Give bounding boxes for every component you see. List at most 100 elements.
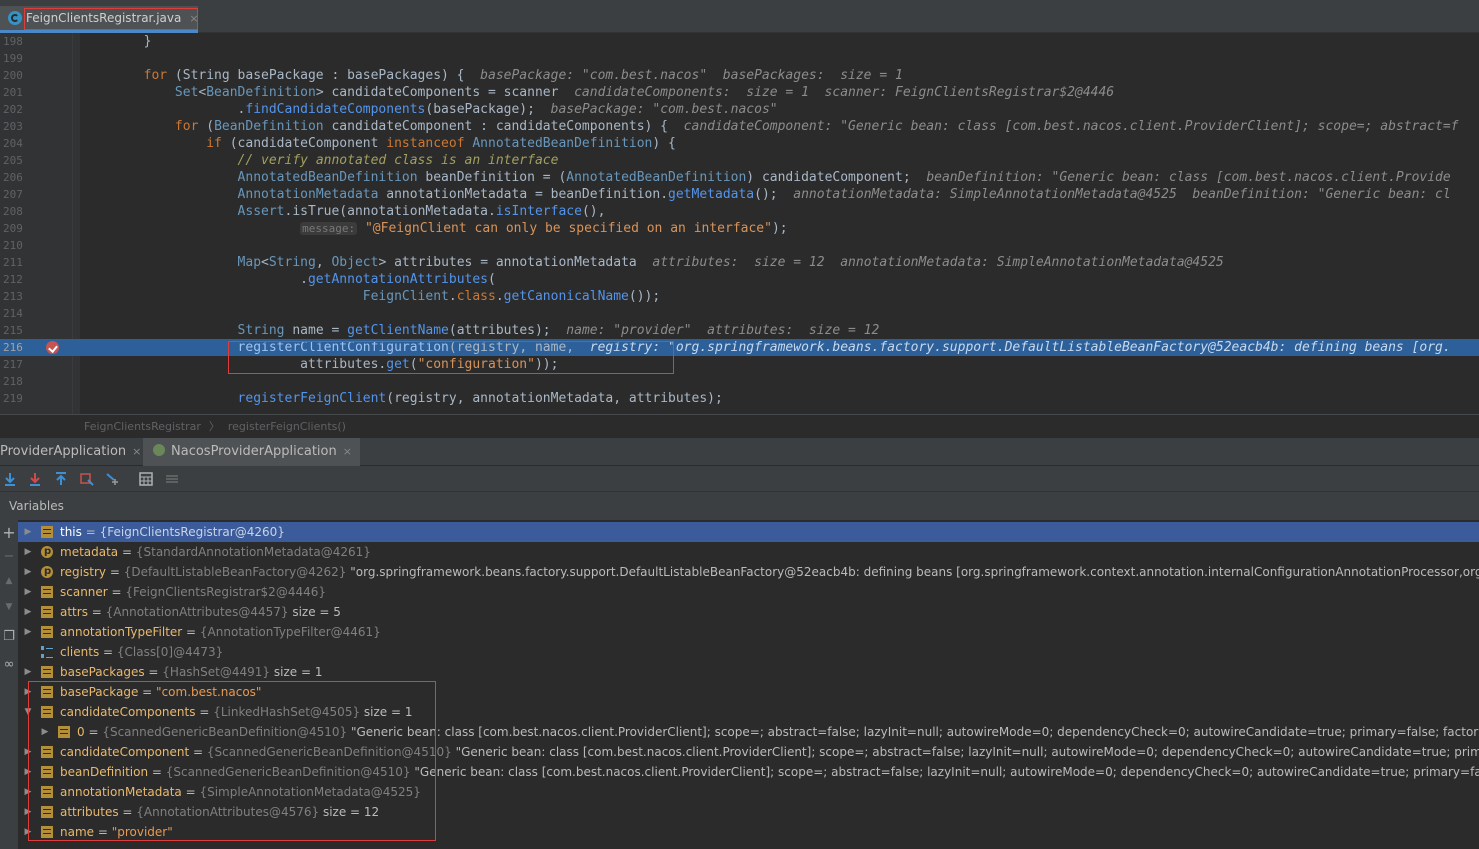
close-icon[interactable]: × — [343, 445, 352, 458]
expand-arrow-icon[interactable]: ▶ — [23, 602, 33, 622]
tab-provider-application[interactable]: ProviderApplication × — [0, 438, 149, 466]
breakpoint-icon[interactable] — [46, 341, 59, 354]
line-number[interactable]: 202 — [3, 101, 33, 118]
expand-arrow-icon[interactable]: ▶ — [40, 722, 50, 742]
move-down-icon[interactable]: ▼ — [0, 598, 18, 616]
code-line[interactable]: 201 Set<BeanDefinition> candidateCompone… — [0, 84, 1479, 101]
code-line[interactable]: 199 — [0, 50, 1479, 67]
variable-row[interactable]: ▼ candidateComponents = {LinkedHashSet@45… — [18, 702, 1479, 722]
line-number[interactable]: 208 — [3, 203, 33, 220]
code-line-current[interactable]: 216 registerClientConfiguration(registry… — [0, 339, 1479, 356]
expand-arrow-icon[interactable]: ▶ — [23, 562, 33, 582]
line-number[interactable]: 200 — [3, 67, 33, 84]
line-number[interactable]: 204 — [3, 135, 33, 152]
step-over-icon[interactable] — [2, 471, 18, 487]
code-line[interactable]: 200 for (String basePackage : basePackag… — [0, 67, 1479, 84]
code-line[interactable]: 209 message: "@FeignClient can only be s… — [0, 220, 1479, 237]
expand-arrow-icon[interactable]: ▶ — [23, 742, 33, 762]
line-number[interactable]: 201 — [3, 84, 33, 101]
code-line[interactable]: 208 Assert.isTrue(annotationMetadata.isI… — [0, 203, 1479, 220]
line-number[interactable]: 199 — [3, 50, 33, 67]
run-to-cursor-icon[interactable] — [105, 471, 121, 487]
code-line[interactable]: 215 String name = getClientName(attribut… — [0, 322, 1479, 339]
line-number[interactable]: 215 — [3, 322, 33, 339]
expand-arrow-icon[interactable]: ▶ — [23, 682, 33, 702]
code-line[interactable]: 198 } — [0, 33, 1479, 50]
variable-row[interactable]: ▶ annotationTypeFilter = {AnnotationTypeF… — [18, 622, 1479, 642]
code-line[interactable]: 210 — [0, 237, 1479, 254]
expand-arrow-icon[interactable]: ▶ — [23, 822, 33, 842]
variable-row[interactable]: ▶ beanDefinition = {ScannedGenericBeanDef… — [18, 762, 1479, 782]
variable-row[interactable]: ▶ this = {FeignClientsRegistrar@4260} — [18, 522, 1479, 542]
line-number[interactable]: 209 — [3, 220, 33, 237]
code-line[interactable]: 203 for (BeanDefinition candidateCompone… — [0, 118, 1479, 135]
move-up-icon[interactable]: ▲ — [0, 572, 18, 590]
line-number[interactable]: 210 — [3, 237, 33, 254]
variable-row[interactable]: ▶ annotationMetadata = {SimpleAnnotationM… — [18, 782, 1479, 802]
line-number[interactable]: 207 — [3, 186, 33, 203]
expand-arrow-icon[interactable]: ▶ — [23, 622, 33, 642]
collapse-arrow-icon[interactable]: ▼ — [23, 702, 33, 722]
variable-row[interactable]: ▶ name = "provider" — [18, 822, 1479, 842]
line-number[interactable]: 214 — [3, 305, 33, 322]
expand-arrow-icon[interactable]: ▶ — [23, 662, 33, 682]
code-line[interactable]: 204 if (candidateComponent instanceof An… — [0, 135, 1479, 152]
variable-row[interactable]: ▶ 0 = {ScannedGenericBeanDefinition@4510}… — [18, 722, 1479, 742]
line-number[interactable]: 217 — [3, 356, 33, 373]
expand-arrow-icon[interactable]: ▶ — [23, 762, 33, 782]
variable-row[interactable]: ▶ attrs = {AnnotationAttributes@4457} siz… — [18, 602, 1479, 622]
line-number[interactable]: 206 — [3, 169, 33, 186]
code-editor[interactable]: 198 } 199 200 for (String basePackage : ba… — [0, 33, 1479, 414]
code-line[interactable]: 211 Map<String, Object> attributes = ann… — [0, 254, 1479, 271]
expand-arrow-icon[interactable]: ▶ — [23, 542, 33, 562]
variable-row[interactable]: ▶ basePackage = "com.best.nacos" — [18, 682, 1479, 702]
line-number[interactable]: 211 — [3, 254, 33, 271]
line-number[interactable]: 205 — [3, 152, 33, 169]
tab-nacos-provider-application[interactable]: NacosProviderApplication × — [143, 438, 360, 466]
code-line[interactable]: 219 registerFeignClient(registry, annota… — [0, 390, 1479, 407]
close-icon[interactable]: × — [189, 12, 198, 25]
line-number[interactable]: 212 — [3, 271, 33, 288]
add-watch-icon[interactable]: + — [0, 524, 18, 542]
expand-arrow-icon[interactable]: ▶ — [23, 582, 33, 602]
step-out-icon[interactable] — [53, 471, 69, 487]
breadcrumb-method[interactable]: registerFeignClients() — [228, 420, 346, 433]
line-number[interactable]: 219 — [3, 390, 33, 407]
close-icon[interactable]: × — [132, 445, 141, 458]
variable-row[interactable]: ▶ metadata = {StandardAnnotationMetadata@… — [18, 542, 1479, 562]
variable-row[interactable]: ▶ scanner = {FeignClientsRegistrar$2@4446… — [18, 582, 1479, 602]
variable-row[interactable]: ▶ registry = {DefaultListableBeanFactory@… — [18, 562, 1479, 582]
expand-arrow-icon[interactable]: ▶ — [23, 782, 33, 802]
tab-feignclientsregistrar[interactable]: FeignClientsRegistrar.java × — [0, 6, 199, 33]
line-number[interactable]: 213 — [3, 288, 33, 305]
code-line[interactable]: 214 — [0, 305, 1479, 322]
evaluate-expression-icon[interactable] — [138, 471, 154, 487]
line-number[interactable]: 218 — [3, 373, 33, 390]
drop-frame-icon[interactable] — [79, 471, 95, 487]
variable-row[interactable]: ▶ attributes = {AnnotationAttributes@4576… — [18, 802, 1479, 822]
code-line[interactable]: 205 // verify annotated class is an inte… — [0, 152, 1479, 169]
step-into-icon[interactable] — [27, 471, 43, 487]
copy-icon[interactable]: ❐ — [0, 628, 18, 646]
line-number[interactable]: 203 — [3, 118, 33, 135]
variable-row[interactable]: ▶ basePackages = {HashSet@4491} size = 1 — [18, 662, 1479, 682]
code-token: } — [81, 34, 152, 49]
breadcrumb-class[interactable]: FeignClientsRegistrar — [84, 420, 201, 433]
code-line[interactable]: 218 — [0, 373, 1479, 390]
variable-row[interactable]: clients = {Class[0]@4473} — [18, 642, 1479, 662]
expand-arrow-icon[interactable]: ▶ — [23, 522, 33, 542]
remove-watch-icon[interactable]: − — [0, 548, 18, 566]
variables-tree[interactable]: ▶ this = {FeignClientsRegistrar@4260} ▶ me… — [18, 520, 1479, 849]
code-line[interactable]: 212 .getAnnotationAttributes( — [0, 271, 1479, 288]
trace-stream-icon[interactable] — [164, 471, 180, 487]
code-line[interactable]: 207 AnnotationMetadata annotationMetadat… — [0, 186, 1479, 203]
expand-arrow-icon[interactable]: ▶ — [23, 802, 33, 822]
variable-row[interactable]: ▶ candidateComponent = {ScannedGenericBea… — [18, 742, 1479, 762]
line-number[interactable]: 216 — [3, 339, 33, 356]
code-line[interactable]: 213 FeignClient.class.getCanonicalName()… — [0, 288, 1479, 305]
code-line[interactable]: 217 attributes.get("configuration")); — [0, 356, 1479, 373]
line-number[interactable]: 198 — [3, 33, 33, 50]
code-line[interactable]: 202 .findCandidateComponents(basePackage… — [0, 101, 1479, 118]
code-line[interactable]: 206 AnnotatedBeanDefinition beanDefiniti… — [0, 169, 1479, 186]
show-watches-icon[interactable]: ∞ — [0, 656, 18, 674]
